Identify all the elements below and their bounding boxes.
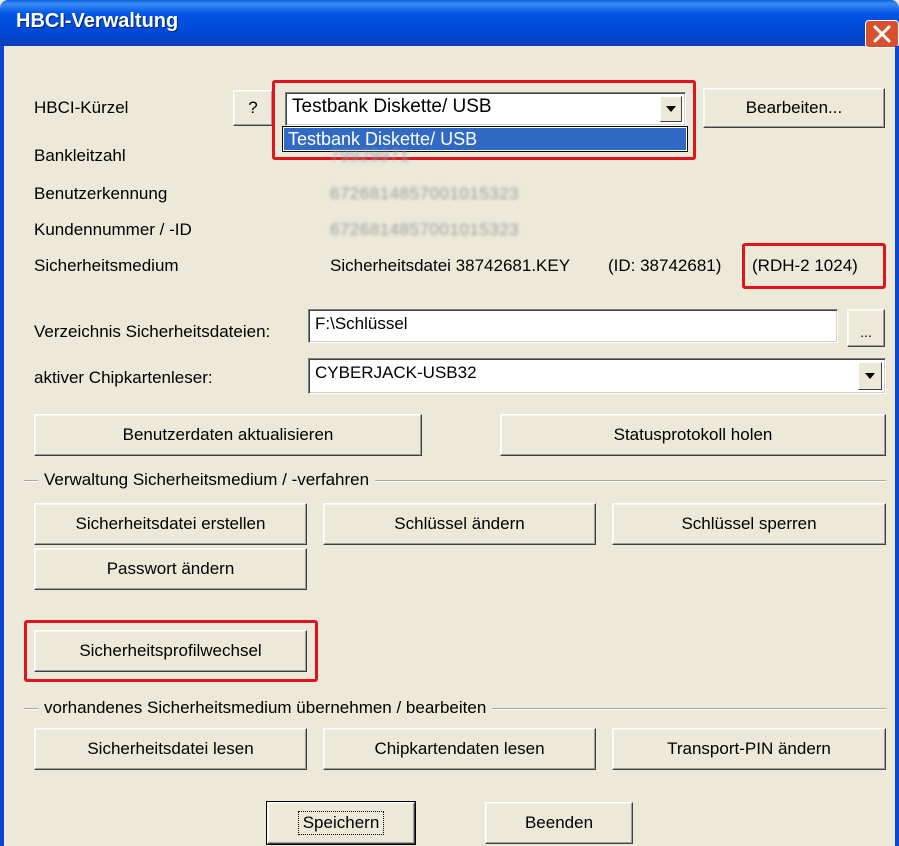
kunde-label: Kundennummer / -ID — [34, 220, 192, 239]
rdh-highlight-box — [742, 243, 886, 289]
verwaltung-group-title: Verwaltung Sicherheitsmedium / -verfahre… — [38, 470, 376, 490]
transport-pin-button[interactable]: Transport-PIN ändern — [612, 728, 886, 770]
kunde-value: 6726814857001015323 — [330, 220, 520, 239]
help-button[interactable]: ? — [233, 90, 273, 126]
leser-dropdown-arrow[interactable] — [858, 362, 882, 390]
medium-label: Sicherheitsmedium — [34, 256, 179, 275]
beenden-button[interactable]: Beenden — [485, 802, 633, 844]
kuerzel-label: HBCI-Kürzel — [34, 98, 129, 117]
passwort-aendern-button[interactable]: Passwort ändern — [34, 548, 307, 590]
medium-file-value: Sicherheitsdatei 38742681.KEY — [330, 256, 571, 275]
blz-label: Bankleitzahl — [34, 146, 126, 165]
uebernehmen-group-title: vorhandenes Sicherheitsmedium übernehmen… — [38, 698, 493, 718]
window-frame-left — [0, 46, 4, 846]
medium-id-value: (ID: 38742681) — [608, 256, 722, 275]
statusprotokoll-button[interactable]: Statusprotokoll holen — [500, 414, 886, 456]
leser-selected-value: CYBERJACK-USB32 — [315, 363, 477, 382]
chipkartendaten-lesen-button[interactable]: Chipkartendaten lesen — [323, 728, 596, 770]
blz-value: 79929971 — [330, 146, 410, 165]
sicherheitsdatei-erstellen-button[interactable]: Sicherheitsdatei erstellen — [34, 503, 307, 545]
browse-button[interactable]: ... — [847, 309, 885, 347]
close-button[interactable] — [865, 20, 899, 48]
bearbeiten-button[interactable]: Bearbeiten... — [703, 88, 885, 128]
verzeichnis-input[interactable]: F:\Schlüssel — [308, 309, 838, 343]
close-icon — [873, 25, 891, 43]
benutzer-value: 6726814857001015323 — [330, 184, 520, 203]
window-title: HBCI-Verwaltung — [16, 10, 179, 32]
schluessel-sperren-button[interactable]: Schlüssel sperren — [612, 503, 886, 545]
schluessel-aendern-button[interactable]: Schlüssel ändern — [323, 503, 596, 545]
leser-combobox[interactable]: CYBERJACK-USB32 — [308, 358, 886, 394]
verzeichnis-label: Verzeichnis Sicherheitsdateien: — [34, 322, 271, 341]
leser-label: aktiver Chipkartenleser: — [34, 368, 213, 387]
window-frame-right — [895, 46, 899, 846]
benutzer-label: Benutzerkennung — [34, 184, 168, 203]
benutzerdaten-button[interactable]: Benutzerdaten aktualisieren — [34, 414, 422, 456]
sicherheitsdatei-lesen-button[interactable]: Sicherheitsdatei lesen — [34, 728, 307, 770]
speichern-button[interactable]: Speichern — [266, 801, 416, 845]
profilwechsel-highlight-box — [24, 620, 318, 682]
